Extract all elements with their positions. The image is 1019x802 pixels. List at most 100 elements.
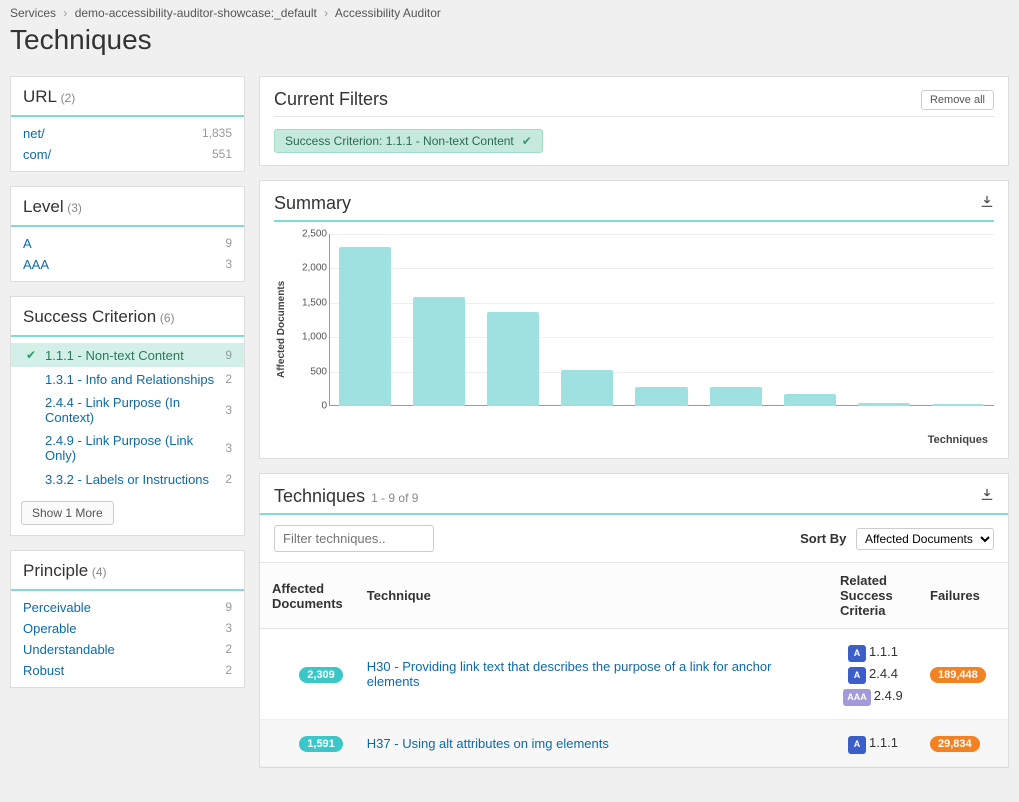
sort-by-select[interactable]: Affected Documents xyxy=(856,528,994,550)
table-row: 1,591 H37 - Using alt attributes on img e… xyxy=(260,720,1008,767)
facet-count: 9 xyxy=(225,348,232,362)
facet-count: (2) xyxy=(61,91,76,105)
facet-item[interactable]: 1.1.1 - Non-text Content 9 xyxy=(11,343,244,367)
facet-label: 1.3.1 - Info and Relationships xyxy=(45,372,221,387)
ytick: 500 xyxy=(289,366,327,377)
level-badge: A xyxy=(848,736,866,753)
affected-badge: 1,591 xyxy=(299,736,343,752)
main-content: Current Filters Remove all Success Crite… xyxy=(259,76,1009,782)
facet-url: URL (2) net/ 1,835 com/ 551 xyxy=(10,76,245,172)
facet-count: (4) xyxy=(92,565,107,579)
facet-title: Success Criterion xyxy=(23,307,156,326)
chart-bar[interactable] xyxy=(339,247,391,406)
breadcrumb-item[interactable]: demo-accessibility-auditor-showcase:_def… xyxy=(75,6,317,20)
col-affected[interactable]: Affected Documents xyxy=(260,563,355,629)
facet-item[interactable]: Understandable2 xyxy=(11,639,244,660)
ytick: 0 xyxy=(289,401,327,412)
facet-count: 2 xyxy=(225,372,232,386)
affected-badge: 2,309 xyxy=(299,667,343,683)
show-more-button[interactable]: Show 1 More xyxy=(21,501,114,525)
facet-level: Level (3) A 9 AAA 3 xyxy=(10,186,245,282)
techniques-title: Techniques xyxy=(274,486,365,507)
download-icon[interactable] xyxy=(980,195,994,212)
facet-item[interactable]: 3.3.2 - Labels or Instructions 2 xyxy=(11,467,244,491)
col-related[interactable]: Related Success Criteria xyxy=(828,563,918,629)
level-badge: AAA xyxy=(843,689,871,706)
facet-label: 2.4.4 - Link Purpose (In Context) xyxy=(45,395,221,425)
chart-ylabel: Affected Documents xyxy=(274,234,289,424)
download-icon[interactable] xyxy=(980,488,994,505)
summary-chart: Affected Documents 05001,0001,5002,0002,… xyxy=(274,234,994,424)
current-filters-title: Current Filters xyxy=(274,89,388,110)
breadcrumb-item[interactable]: Accessibility Auditor xyxy=(335,6,441,20)
chart-bar[interactable] xyxy=(413,297,465,406)
col-failures[interactable]: Failures xyxy=(918,563,1008,629)
chart-bar[interactable] xyxy=(487,312,539,406)
technique-link[interactable]: H30 - Providing link text that describes… xyxy=(367,659,772,689)
chart-bar[interactable] xyxy=(932,404,984,406)
facet-item[interactable]: Perceivable9 xyxy=(11,597,244,618)
facet-item[interactable]: AAA 3 xyxy=(11,254,244,275)
failures-badge: 29,834 xyxy=(930,736,980,752)
facet-item[interactable]: A 9 xyxy=(11,233,244,254)
chart-bar[interactable] xyxy=(710,387,762,406)
ytick: 1,000 xyxy=(289,332,327,343)
sc-code: 2.4.9 xyxy=(874,688,903,703)
check-icon xyxy=(23,371,39,387)
col-technique[interactable]: Technique xyxy=(355,563,828,629)
sidebar: URL (2) net/ 1,835 com/ 551 Level (3) xyxy=(10,76,245,782)
filter-tag[interactable]: Success Criterion: 1.1.1 - Non-text Cont… xyxy=(274,129,543,153)
techniques-panel: Techniques 1 - 9 of 9 Sort By Affected D… xyxy=(259,473,1009,768)
facet-title: Level xyxy=(23,197,64,216)
breadcrumbs: Services › demo-accessibility-auditor-sh… xyxy=(0,0,1019,22)
chart-bar[interactable] xyxy=(858,403,910,406)
sc-code: 1.1.1 xyxy=(869,644,898,659)
facet-title: URL xyxy=(23,87,57,106)
facet-item[interactable]: Robust2 xyxy=(11,660,244,681)
chevron-right-icon: › xyxy=(324,6,328,20)
current-filters-panel: Current Filters Remove all Success Crite… xyxy=(259,76,1009,166)
facet-item[interactable]: Operable3 xyxy=(11,618,244,639)
failures-badge: 189,448 xyxy=(930,667,986,683)
sc-code: 1.1.1 xyxy=(869,735,898,750)
check-icon xyxy=(23,471,39,487)
facet-count: (3) xyxy=(67,201,82,215)
ytick: 1,500 xyxy=(289,297,327,308)
ytick: 2,500 xyxy=(289,229,327,240)
sort-by-label: Sort By xyxy=(800,531,846,546)
facet-title: Principle xyxy=(23,561,88,580)
sc-code: 2.4.4 xyxy=(869,666,898,681)
facet-count: (6) xyxy=(160,311,175,325)
facet-item[interactable]: com/ 551 xyxy=(11,144,244,165)
facet-item[interactable]: 2.4.9 - Link Purpose (Link Only)3 xyxy=(11,429,244,467)
summary-panel: Summary Affected Documents 0 500 1,000 1,50… xyxy=(259,180,1009,459)
technique-link[interactable]: H37 - Using alt attributes on img elemen… xyxy=(367,736,609,751)
facet-label: 1.1.1 - Non-text Content xyxy=(45,348,221,363)
facet-count: 3 xyxy=(225,403,232,417)
chart-xlabel: Techniques xyxy=(274,434,994,446)
techniques-table: Affected Documents Technique Related Suc… xyxy=(260,562,1008,767)
check-icon xyxy=(23,440,39,456)
facet-item[interactable]: 1.3.1 - Info and Relationships 2 xyxy=(11,367,244,391)
facet-label: 3.3.2 - Labels or Instructions xyxy=(45,472,221,487)
chart-bar[interactable] xyxy=(635,387,687,406)
facet-count: 2 xyxy=(225,472,232,486)
filter-tag-label: Success Criterion: 1.1.1 - Non-text Cont… xyxy=(285,134,514,148)
remove-all-button[interactable]: Remove all xyxy=(921,90,994,110)
facet-item[interactable]: net/ 1,835 xyxy=(11,123,244,144)
breadcrumb-item[interactable]: Services xyxy=(10,6,56,20)
ytick: 2,000 xyxy=(289,263,327,274)
check-icon xyxy=(23,402,39,418)
chart-bar[interactable] xyxy=(784,394,836,406)
facet-item[interactable]: 2.4.4 - Link Purpose (In Context) 3 xyxy=(11,391,244,429)
techniques-range: 1 - 9 of 9 xyxy=(371,491,418,505)
chart-bar[interactable] xyxy=(561,370,613,406)
facet-success-criterion: Success Criterion (6) 1.1.1 - Non-text C… xyxy=(10,296,245,536)
facet-label: 2.4.9 - Link Purpose (Link Only) xyxy=(45,433,221,463)
summary-title: Summary xyxy=(274,193,351,214)
filter-techniques-input[interactable] xyxy=(274,525,434,552)
page-title: Techniques xyxy=(0,22,1019,76)
facet-principle: Principle (4) Perceivable9Operable3Under… xyxy=(10,550,245,688)
level-badge: A xyxy=(848,645,866,662)
check-icon: ✔ xyxy=(522,134,532,148)
